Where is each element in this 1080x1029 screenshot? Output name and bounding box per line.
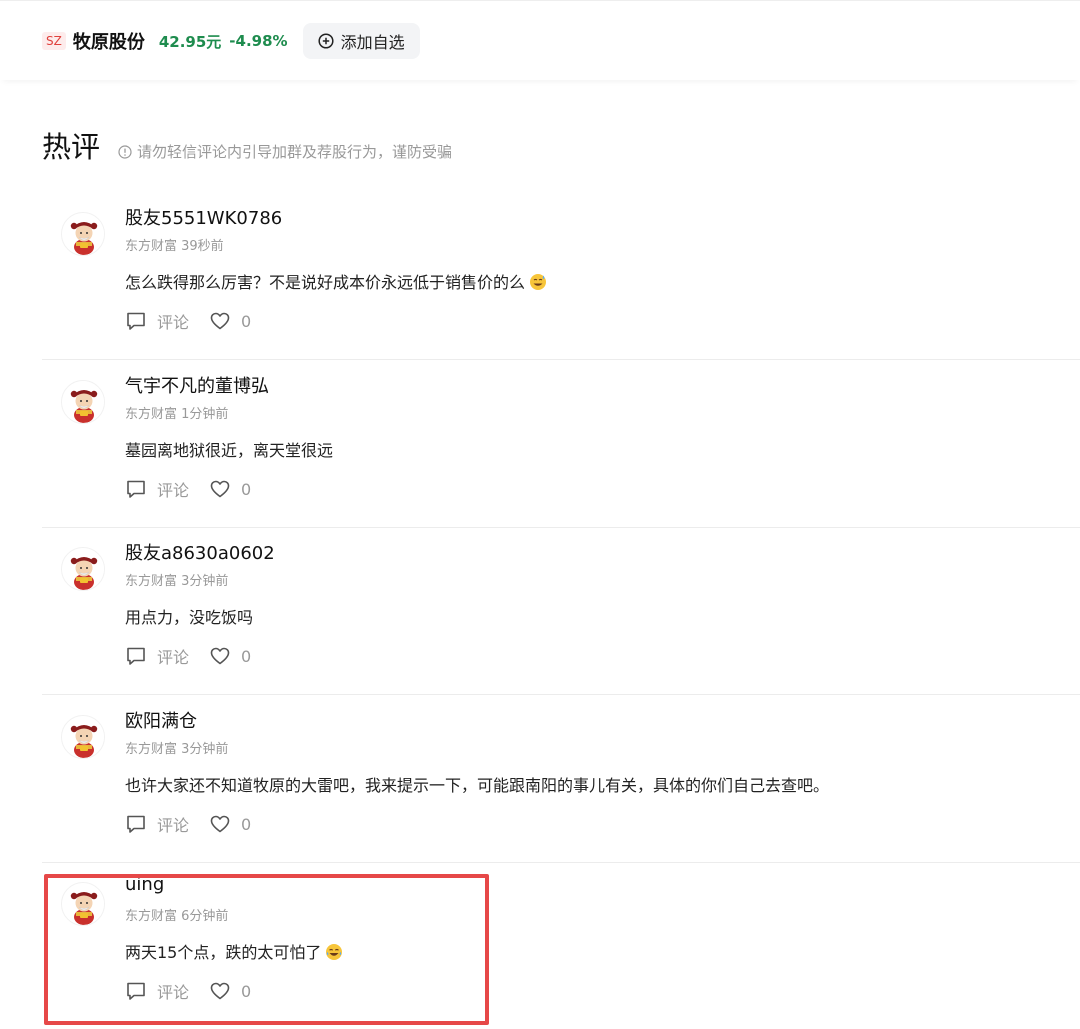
comment-username[interactable]: 股友5551WK0786	[125, 204, 282, 230]
like-button[interactable]: 0	[209, 478, 251, 500]
reply-button[interactable]: 评论	[125, 812, 189, 836]
section-title: 热评	[42, 130, 101, 164]
add-watchlist-button[interactable]: 添加自选	[302, 23, 420, 59]
like-count: 0	[241, 981, 252, 1001]
comment-bubble-icon	[125, 813, 147, 835]
comment-item: uing 东方财富 6分钟前两天15个点，跌的太可怕了评论 0	[42, 862, 1080, 1029]
stock-info: SZ 牧原股份 42.95元 -4.98% 添加自选	[42, 23, 420, 59]
avatar[interactable]	[61, 547, 105, 591]
comment-username[interactable]: 股友a8630a0602	[125, 539, 275, 565]
heart-icon	[209, 980, 231, 1002]
comment-text[interactable]: 怎么跌得那么厉害？不是说好成本价永远低于销售价的么	[125, 269, 547, 293]
comment-text[interactable]: 也许大家还不知道牧原的大雷吧，我来提示一下，可能跟南阳的事儿有关，具体的你们自己…	[125, 772, 829, 796]
comment-text[interactable]: 两天15个点，跌的太可怕了	[125, 939, 343, 963]
heart-icon	[209, 645, 231, 667]
like-button[interactable]: 0	[209, 980, 251, 1002]
like-count: 0	[241, 479, 252, 499]
stock-name[interactable]: 牧原股份	[73, 28, 145, 54]
reply-button[interactable]: 评论	[125, 309, 189, 333]
sweat-smile-emoji-icon	[529, 273, 547, 291]
like-count: 0	[241, 311, 252, 331]
comment-actions: 评论 0	[125, 310, 251, 332]
market-badge: SZ	[42, 32, 66, 50]
like-button[interactable]: 0	[209, 813, 251, 835]
comment-source-time: 东方财富 39秒前	[125, 239, 224, 254]
heart-icon	[209, 310, 231, 332]
reply-label: 评论	[157, 481, 190, 500]
reply-label: 评论	[157, 313, 190, 332]
tears-of-joy-emoji-icon	[325, 943, 343, 961]
reply-label: 评论	[157, 983, 190, 1002]
comment-item: 欧阳满仓东方财富 3分钟前也许大家还不知道牧原的大雷吧，我来提示一下，可能跟南阳…	[42, 695, 1080, 863]
stock-price: 42.95元	[158, 32, 222, 51]
warning-text: 请勿轻信评论内引导加群及荐股行为，谨防受骗	[137, 143, 453, 161]
comment-username[interactable]: 欧阳满仓	[125, 707, 197, 733]
comment-item: 股友5551WK0786 东方财富 39秒前怎么跌得那么厉害？不是说好成本价永远低…	[42, 192, 1080, 360]
like-count: 0	[241, 814, 252, 834]
avatar[interactable]	[61, 882, 105, 926]
like-button[interactable]: 0	[209, 310, 251, 332]
stock-change: -4.98%	[229, 32, 288, 50]
comment-text-body: 两天15个点，跌的太可怕了	[125, 943, 322, 962]
comment-source-time: 东方财富 3分钟前	[125, 574, 229, 589]
comment-text-body: 用点力，没吃饭吗	[125, 608, 254, 627]
reply-button[interactable]: 评论	[125, 644, 189, 668]
avatar[interactable]	[61, 380, 105, 424]
like-count: 0	[241, 646, 252, 666]
heart-icon	[209, 813, 231, 835]
comment-actions: 评论 0	[125, 478, 251, 500]
comment-username[interactable]: 气宇不凡的董博弘	[125, 372, 269, 398]
stock-header: SZ 牧原股份 42.95元 -4.98% 添加自选	[0, 0, 1080, 80]
like-button[interactable]: 0	[209, 645, 251, 667]
reply-label: 评论	[157, 816, 190, 835]
comment-item: 气宇不凡的董博弘东方财富 1分钟前墓园离地狱很近，离天堂很远评论 0	[42, 360, 1080, 528]
comment-actions: 评论 0	[125, 645, 251, 667]
comment-bubble-icon	[125, 478, 147, 500]
comment-item: 股友a8630a0602 东方财富 3分钟前用点力，没吃饭吗评论 0	[42, 527, 1080, 695]
avatar[interactable]	[61, 212, 105, 256]
comment-actions: 评论 0	[125, 980, 251, 1002]
comment-source-time: 东方财富 3分钟前	[125, 742, 229, 757]
info-icon	[118, 144, 132, 159]
heart-icon	[209, 478, 231, 500]
comment-text-body: 也许大家还不知道牧原的大雷吧，我来提示一下，可能跟南阳的事儿有关，具体的你们自己…	[125, 776, 830, 795]
comment-username[interactable]: uing	[125, 874, 164, 895]
comment-text-body: 怎么跌得那么厉害？不是说好成本价永远低于销售价的么	[125, 273, 526, 292]
plus-circle-icon	[318, 33, 334, 49]
comment-source-time: 东方财富 6分钟前	[125, 909, 229, 924]
comment-source-time: 东方财富 1分钟前	[125, 407, 229, 422]
comment-text[interactable]: 用点力，没吃饭吗	[125, 604, 253, 628]
add-watchlist-label: 添加自选	[340, 33, 405, 52]
comment-bubble-icon	[125, 310, 147, 332]
avatar[interactable]	[61, 715, 105, 759]
reply-button[interactable]: 评论	[125, 477, 189, 501]
comment-bubble-icon	[125, 645, 147, 667]
comment-actions: 评论 0	[125, 813, 251, 835]
comment-bubble-icon	[125, 980, 147, 1002]
reply-label: 评论	[157, 648, 190, 667]
reply-button[interactable]: 评论	[125, 979, 189, 1003]
comment-text[interactable]: 墓园离地狱很近，离天堂很远	[125, 437, 333, 461]
hot-comments-header: 热评 请勿轻信评论内引导加群及荐股行为，谨防受骗	[42, 124, 452, 166]
comment-text-body: 墓园离地狱很近，离天堂很远	[125, 441, 334, 460]
